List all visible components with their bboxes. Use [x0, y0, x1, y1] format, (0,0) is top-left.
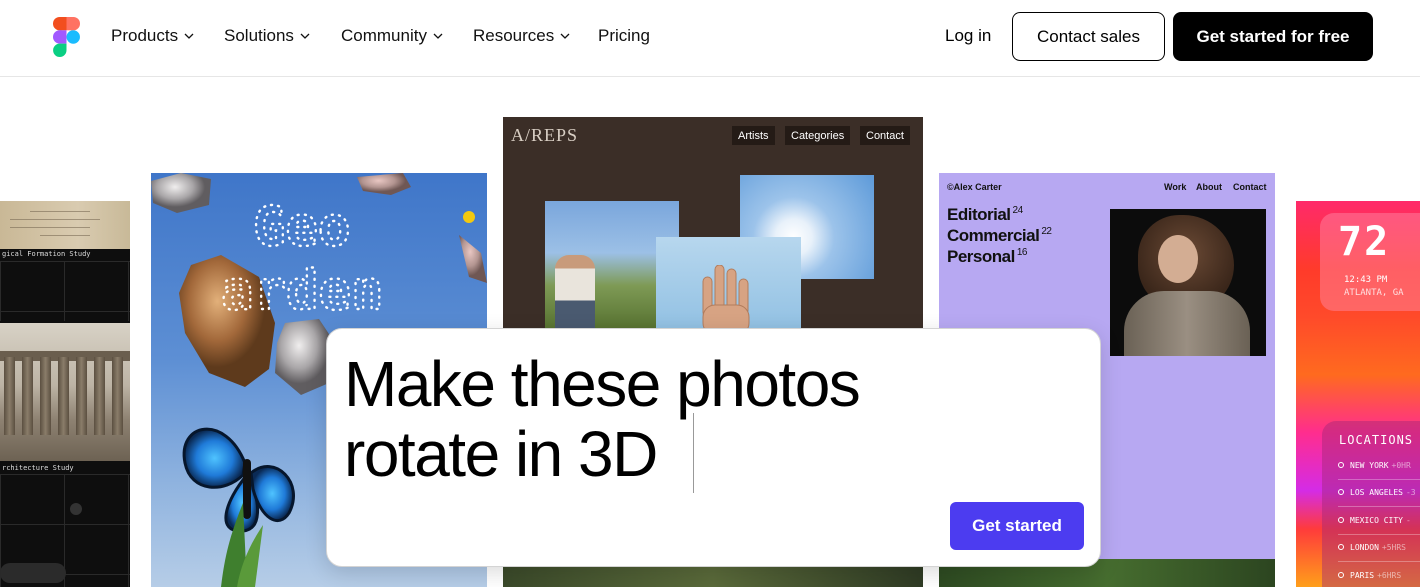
archive-label-formation: gical Formation Study: [2, 250, 91, 258]
alex-menu-about: About: [1196, 182, 1222, 192]
weather-location-item: LONDON +5HRS: [1338, 543, 1406, 552]
areps-person-figure: [555, 255, 595, 331]
alex-name: ©Alex Carter: [947, 182, 1002, 192]
text-caret: [693, 413, 694, 493]
weather-location-item: MEXICO CITY -: [1338, 516, 1411, 525]
alex-portrait-photo: [1110, 209, 1266, 356]
get-started-button[interactable]: Get started: [950, 502, 1084, 550]
top-nav: Products Solutions Community Resources P…: [0, 0, 1420, 77]
alex-category-commercial: Commercial 22: [947, 226, 1052, 245]
nav-solutions[interactable]: Solutions: [224, 26, 310, 46]
alex-menu-contact: Contact: [1233, 182, 1267, 192]
archive-label-architecture: rchitecture Study: [2, 464, 74, 472]
weather-location-item: PARIS +6HRS: [1338, 571, 1401, 580]
nav-solutions-label: Solutions: [224, 26, 294, 45]
archive-grid: [0, 261, 130, 321]
nav-pricing[interactable]: Pricing: [598, 26, 650, 46]
areps-brand: A/REPS: [511, 125, 579, 145]
nav-resources[interactable]: Resources: [473, 26, 570, 46]
nav-products[interactable]: Products: [111, 26, 194, 46]
get-started-free-button[interactable]: Get started for free: [1173, 12, 1373, 61]
prompt-text[interactable]: Make these photos rotate in 3D: [344, 349, 964, 489]
nav-community[interactable]: Community: [341, 26, 443, 46]
chevron-down-icon: [184, 33, 194, 39]
areps-menu-contact: Contact: [860, 126, 910, 145]
areps-menu-categories: Categories: [785, 126, 851, 145]
geo-title-line-2: arden: [221, 259, 384, 322]
alex-category-personal: Personal 16: [947, 247, 1027, 266]
nav-pricing-label: Pricing: [598, 26, 650, 45]
login-link[interactable]: Log in: [945, 26, 991, 46]
areps-menu-artists: Artists: [732, 126, 775, 145]
archive-template-card: gical Formation Study rchitecture Study: [0, 201, 130, 587]
nav-community-label: Community: [341, 26, 427, 45]
alex-menu-work: Work: [1164, 182, 1187, 192]
prompt-card[interactable]: Make these photos rotate in 3D Get start…: [326, 328, 1101, 567]
figma-logo-icon[interactable]: [53, 17, 80, 57]
alex-category-editorial: Editorial 24: [947, 205, 1023, 224]
chevron-down-icon: [560, 33, 570, 39]
weather-location-item: NEW YORK +0HR: [1338, 461, 1411, 470]
chevron-down-icon: [300, 33, 310, 39]
weather-temperature: 72: [1338, 219, 1391, 265]
nav-products-label: Products: [111, 26, 179, 45]
weather-location-item: LOS ANGELES -3: [1338, 488, 1416, 497]
hand-image: [702, 265, 750, 335]
weather-time: 12:43 PM: [1344, 275, 1388, 285]
nav-resources-label: Resources: [473, 26, 555, 45]
archive-dot: [70, 503, 82, 515]
weather-city: ATLANTA, GA: [1344, 288, 1404, 298]
temple-photo: [0, 323, 130, 461]
archive-pill: [0, 563, 66, 583]
geo-title-line-1: Geo: [253, 195, 351, 258]
chevron-down-icon: [433, 33, 443, 39]
archive-paper-image: [0, 201, 130, 249]
weather-locations-title: LOCATIONS: [1339, 433, 1414, 447]
weather-template-card: 72 12:43 PM ATLANTA, GA LOCATIONS NEW YO…: [1296, 201, 1420, 587]
contact-sales-button[interactable]: Contact sales: [1012, 12, 1165, 61]
